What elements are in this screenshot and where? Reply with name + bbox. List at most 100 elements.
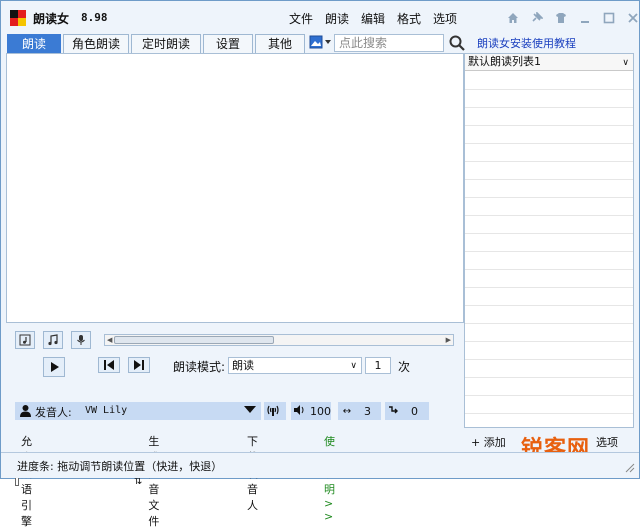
text-doc-button[interactable] [15, 331, 35, 349]
speed-control[interactable]: ↔ 3 [338, 402, 381, 420]
speed-value: 3 [364, 404, 371, 418]
music-icon [48, 334, 58, 346]
playlist-options-button[interactable]: 选项 [596, 434, 618, 450]
progress-thumb[interactable] [114, 336, 274, 344]
playlist-row-divider [465, 287, 633, 288]
voice-label: 发音人: [35, 406, 72, 419]
app-title: 朗读女 [33, 12, 70, 26]
menu-format[interactable]: 格式 [391, 10, 427, 27]
playlist-row-divider [465, 323, 633, 324]
app-window: 朗读女 8.98 文件 朗读 编辑 格式 选项 朗读 角色朗读 定时朗读 设置 … [0, 0, 640, 528]
playlist-panel: 默认朗读列表1 ∨ [464, 53, 634, 428]
menu-bar: 文件 朗读 编辑 格式 选项 [283, 10, 463, 27]
music-button[interactable] [43, 331, 63, 349]
playlist-row-divider [465, 377, 633, 378]
play-button[interactable] [43, 357, 65, 377]
image-icon [309, 35, 331, 49]
tab-timed-read[interactable]: 定时朗读 [131, 34, 201, 54]
playlist-row-divider [465, 251, 633, 252]
playlist-row-divider [465, 413, 633, 414]
broadcast-icon [264, 404, 282, 419]
volume-icon [291, 404, 307, 419]
skip-forward-icon [134, 360, 144, 370]
options-label: 选项 [596, 436, 618, 449]
pitch-control[interactable]: 0 [385, 402, 429, 420]
music-note-icon [19, 334, 31, 346]
skip-back-icon [104, 360, 114, 370]
generate-audio-button[interactable]: ⇅ 生成声音文件 [134, 433, 159, 529]
app-logo-icon [10, 10, 26, 26]
scroll-left-icon[interactable]: ◀ [107, 336, 112, 344]
playlist-row-divider [465, 125, 633, 126]
menu-edit[interactable]: 编辑 [355, 10, 391, 27]
volume-value: 100 [310, 404, 331, 418]
home-icon[interactable] [501, 9, 525, 27]
maximize-icon[interactable] [597, 9, 621, 27]
title-bar: 朗读女 8.98 文件 朗读 编辑 格式 选项 [1, 1, 639, 33]
voice-value: VW Lily [85, 405, 128, 416]
pitch-icon [385, 404, 403, 419]
app-version: 8.98 [81, 11, 108, 24]
tab-other[interactable]: 其他 [255, 34, 305, 54]
playlist-row-divider [465, 107, 633, 108]
control-panel: ◀ ▶ 朗读模式: 朗读 ∨ 1 次 发音人: VW Lily 100 ↔ 3 … [6, 323, 464, 528]
usage-link[interactable]: 使用说明 > > [324, 433, 335, 523]
playlist-select[interactable]: 默认朗读列表1 ∨ [465, 54, 633, 71]
reading-text-area[interactable] [6, 53, 464, 323]
playlist-row-divider [465, 359, 633, 360]
mode-select[interactable]: 朗读 ∨ [228, 357, 362, 374]
times-unit: 次 [398, 360, 411, 374]
tab-settings[interactable]: 设置 [203, 34, 253, 54]
mode-label: 朗读模式: [173, 360, 226, 374]
playlist-row-divider [465, 305, 633, 306]
tab-read[interactable]: 朗读 [7, 34, 61, 54]
window-controls [501, 9, 640, 27]
tab-role-read[interactable]: 角色朗读 [63, 34, 129, 54]
pitch-value: 0 [411, 404, 418, 418]
mode-select-value: 朗读 [232, 359, 254, 372]
chevron-down-icon: ∨ [350, 361, 357, 371]
minimize-icon[interactable] [573, 9, 597, 27]
playlist-row-divider [465, 161, 633, 162]
voice-test-button[interactable] [264, 402, 286, 420]
playlist-row-divider [465, 233, 633, 234]
picture-search-button[interactable] [309, 35, 333, 51]
playlist-row-divider [465, 197, 633, 198]
playlist-row-divider [465, 89, 633, 90]
playlist-row-divider [465, 395, 633, 396]
search-icon[interactable] [448, 34, 466, 52]
pin-icon[interactable] [525, 9, 549, 27]
shirt-icon[interactable] [549, 9, 573, 27]
chevron-down-icon: ∨ [622, 58, 629, 68]
microphone-icon [77, 335, 85, 345]
next-button[interactable] [128, 357, 150, 373]
menu-file[interactable]: 文件 [283, 10, 319, 27]
progress-scrollbar[interactable]: ◀ ▶ [104, 334, 454, 346]
plus-icon: + [471, 436, 481, 449]
playlist-row-divider [465, 143, 633, 144]
close-icon[interactable] [621, 9, 640, 27]
previous-button[interactable] [98, 357, 120, 373]
menu-read[interactable]: 朗读 [319, 10, 355, 27]
resize-grip-icon[interactable] [623, 461, 635, 473]
search-input[interactable]: 点此搜索 [334, 34, 444, 52]
playlist-row-divider [465, 341, 633, 342]
microphone-button[interactable] [71, 331, 91, 349]
install-tutorial-link[interactable]: 朗读女安装使用教程 [477, 35, 576, 51]
status-text: 进度条: 拖动调节朗读位置（快进，快退） [17, 460, 223, 473]
status-bar: 进度条: 拖动调节朗读位置（快进，快退） [1, 452, 639, 478]
person-icon [19, 404, 32, 420]
menu-options[interactable]: 选项 [427, 10, 463, 27]
add-button[interactable]: + 添加 [471, 434, 506, 450]
generate-audio-label: 生成声音文件 [148, 435, 160, 528]
bilingual-label: 允许双语引擎 [21, 435, 33, 528]
bilingual-checkbox[interactable]: 允许双语引擎 [15, 433, 38, 529]
speed-arrows-icon: ↔ [342, 405, 352, 417]
scroll-right-icon[interactable]: ▶ [446, 336, 451, 344]
play-icon [51, 362, 59, 372]
dropdown-arrow-icon [244, 406, 256, 413]
volume-control[interactable]: 100 [291, 402, 331, 420]
times-input[interactable]: 1 [365, 357, 391, 374]
playlist-row-divider [465, 215, 633, 216]
voice-select[interactable]: 发音人: VW Lily [15, 402, 261, 420]
